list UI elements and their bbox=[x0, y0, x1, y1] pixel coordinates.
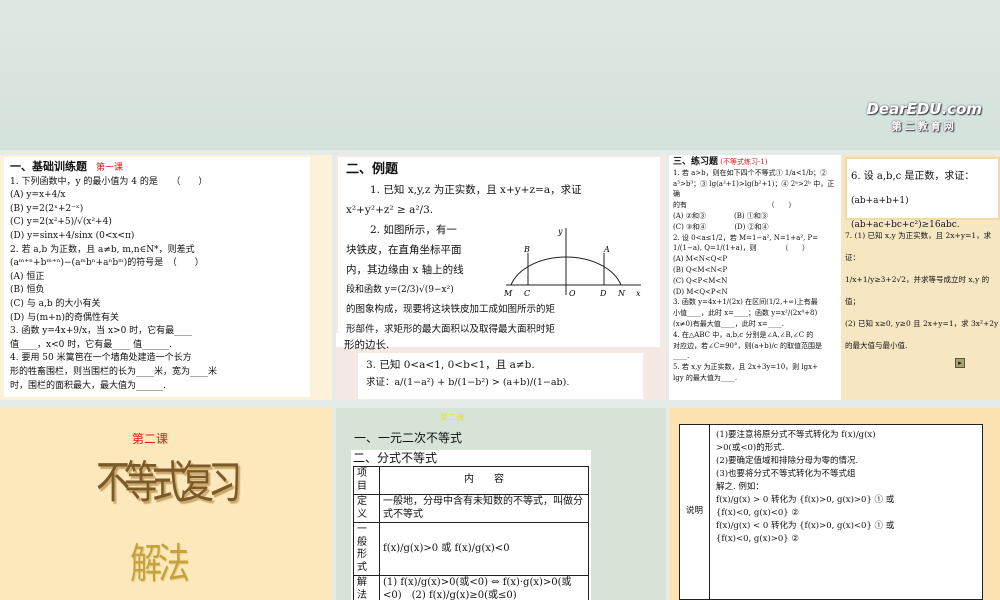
text-line: x²+y²+z² ≥ a²/3. bbox=[346, 204, 434, 216]
heading: 一、一元二次不等式 bbox=[354, 431, 463, 445]
text-line: (C) ③和④ (D) ②和④ bbox=[673, 222, 769, 231]
text-line: 2. 如图所示，有一 bbox=[370, 224, 457, 236]
svg-text:B: B bbox=[523, 245, 530, 254]
text-line: {f(x)<0, g(x)>0} ② bbox=[716, 534, 800, 544]
svg-text:D: D bbox=[599, 289, 607, 298]
slide-content: 二、例题 1. 已知 x,y,z 为正实数，且 x+y+z=a，求证 x²+y²… bbox=[338, 157, 660, 347]
svg-text:A: A bbox=[603, 245, 610, 254]
text-line: 内，其边缘由 x 轴上的线 bbox=[346, 264, 464, 276]
text-line: (A) y=x+4/x bbox=[10, 190, 66, 201]
text-line: lgy 的最大值为____. bbox=[673, 373, 738, 382]
text-line: >0(或<0)的形式. bbox=[716, 443, 785, 453]
top-banner: DearEDU.com 第二教育网 bbox=[0, 0, 1000, 150]
slide-thumbnail-3[interactable]: 三、练习题 (不等式练习-1) 1. 若 a>b，则在如下四个不等式① 1/a<… bbox=[669, 155, 1000, 400]
text-line: 形的牲畜围栏，则当围栏的长为____米，宽为____米 bbox=[10, 366, 218, 377]
text-line: 3. 已知 0<a<1, 0<b<1，且 a≠b. bbox=[366, 359, 535, 371]
text-line: 3. 函数 y=4x+1/(2x) 在区间(1/2,+∞)上有最 bbox=[673, 298, 818, 307]
text-line: (D) M<Q<P<N bbox=[673, 287, 728, 296]
text-line: 4. 要用 50 米篱笆在一个墙角处建造一个长方 bbox=[10, 353, 192, 364]
text-line: 求证：a/(1−a²) + b/(1−b²) > (a+b)/(1−ab). bbox=[366, 377, 570, 388]
lesson-tag: 第一课 bbox=[96, 163, 124, 173]
text-line: 解之. 例如： bbox=[716, 482, 764, 492]
svg-text:C: C bbox=[524, 289, 530, 298]
text-line: (D) 与(m+n)的奇偶性有关 bbox=[10, 312, 119, 323]
lesson-tag: 第二课 bbox=[440, 413, 464, 422]
fraction-inequality-table: 二、分式不等式 项目内 容 定义 一般地，分母中含有未知数的不等式，叫做分式不等式… bbox=[351, 450, 591, 600]
text-line: (1)要注意将原分式不等式转化为 f(x)/g(x) bbox=[716, 430, 876, 440]
text-line: 的有 （ ） bbox=[673, 201, 796, 210]
slide-thumbnail-1[interactable]: 一、基础训练题 第一课 1. 下列函数中，y 的最小值为 4 的是 （ ） (A)… bbox=[0, 155, 332, 400]
text-line: 对应边，若∠C=90°，则(a+b)/c 的取值范围是____. bbox=[673, 341, 822, 361]
slide-thumbnail-5[interactable]: 第二课 一、一元二次不等式 二、分式不等式 项目内 容 定义 一般地，分母中含有未… bbox=[336, 408, 666, 600]
text-line: 3. 函数 y=4x+9/x，当 x>0 时，它有最____ bbox=[10, 326, 193, 337]
text-line: (A) 恒正 bbox=[10, 271, 45, 282]
text-line: 5. 若 x,y 为正实数，且 2x+3y=10，则 lgx+ bbox=[673, 363, 818, 372]
section-title: 一、基础训练题 bbox=[10, 160, 87, 173]
text-line: 2. 若 a,b 为正数，且 a≠b, m,n∈N*，则差式 bbox=[10, 244, 195, 255]
text-line: 的图象构成，现要将这块铁皮加工成如图所示的矩 bbox=[346, 304, 556, 315]
text-line: 1/(1−a), Q=1/(1+a)，则 （ ） bbox=[673, 244, 810, 253]
solution-method-cell: (1) f(x)/g(x)>0(或<0) ⇔ f(x)·g(x)>0(或<0) … bbox=[379, 575, 589, 600]
section-title: 三、练习题 bbox=[673, 157, 719, 167]
text-line: (3)也要将分式不等式转化为不等式组 bbox=[716, 469, 856, 479]
text-line: (A) ②和③ (B) ①和③ bbox=[673, 211, 768, 220]
slide-thumbnail-2[interactable]: 二、例题 1. 已知 x,y,z 为正实数，且 x+y+z=a，求证 x²+y²… bbox=[336, 155, 666, 400]
slide-thumbnail-6[interactable]: 说明 (1)要注意将原分式不等式转化为 f(x)/g(x) >0(或<0)的形式.… bbox=[669, 408, 1000, 600]
text-line: (C) 与 a,b 的大小有关 bbox=[10, 298, 101, 309]
text-line: 1. 若 a>b，则在如下四个不等式① 1/a<1/b；② bbox=[673, 168, 828, 177]
text-line: 1. 已知 x,y,z 为正实数，且 x+y+z=a，求证 bbox=[370, 184, 582, 196]
svg-text:O: O bbox=[569, 289, 576, 298]
text-line: 小值____，此时 x=____；函数 y=x²/(2x⁴+8) bbox=[673, 309, 818, 318]
slide-content: 形的边长. bbox=[336, 333, 658, 351]
text-line: 值____，x<0 时，它有最____ 值______. bbox=[10, 339, 172, 350]
text-line: 时，围栏的面积最大，最大值为______. bbox=[10, 380, 166, 391]
semi-ellipse-diagram: y B A M C O D Nx bbox=[503, 227, 641, 298]
text-line: 1. 下列函数中，y 的最小值为 4 的是 （ ） bbox=[10, 176, 208, 187]
slide-thumbnail-4[interactable]: 第二课 不等式复习 解法 bbox=[0, 408, 332, 600]
problem-text: 7. (1) 已知 x,y 为正实数，且 2x+y=1，求证： 1/x+1/y≥3… bbox=[845, 231, 999, 350]
text-line: 块铁皮，在直角坐标平面 bbox=[346, 244, 462, 256]
slide-content: 一、基础训练题 第一课 1. 下列函数中，y 的最小值为 4 的是 （ ） (A)… bbox=[4, 157, 310, 397]
text-line: (A) M<N<Q<P bbox=[673, 255, 728, 264]
lesson-tag: 第二课 bbox=[132, 432, 169, 446]
text-line: (x≠0)有最大值____，此时 x=____. bbox=[673, 319, 784, 328]
svg-text:x: x bbox=[636, 289, 641, 298]
text-line: (aᵐ⁺ⁿ+bᵐ⁺ⁿ)−(aᵐbⁿ+aⁿbᵐ)的符号是 （ ） bbox=[10, 258, 204, 269]
svg-text:y: y bbox=[557, 227, 563, 236]
text-line: (C) y=2(x²+5)/√(x²+4) bbox=[10, 217, 112, 228]
text-line: {f(x)<0, g(x)<0} ② bbox=[716, 508, 800, 518]
svg-text:M: M bbox=[503, 289, 513, 298]
text-line: 2. 设 0<a≤1/2，若 M=1−a², N=1+a², P= bbox=[673, 233, 819, 242]
problem-box: 6. 设 a,b,c 是正数，求证： (ab+a+b+1)(ab+ac+bc+c²… bbox=[845, 157, 1000, 230]
text-line: (D) y=sinx+4/sinx (0<x<π) bbox=[10, 230, 135, 241]
text-line: f(x)/g(x) < 0 转化为 {f(x)>0, g(x)<0} ① 或 bbox=[716, 521, 895, 531]
slide-title: 不等式复习 bbox=[96, 457, 242, 510]
notes-table: 说明 (1)要注意将原分式不等式转化为 f(x)/g(x) >0(或<0)的形式.… bbox=[679, 424, 983, 600]
slide-subtitle: 解法 bbox=[130, 538, 190, 589]
svg-text:N: N bbox=[617, 289, 626, 298]
text-line: f(x)/g(x) > 0 转化为 {f(x)>0, g(x)>0} ① 或 bbox=[716, 495, 895, 505]
text-line: (B) Q<M<N<P bbox=[673, 265, 728, 274]
text-line: 4. 在△ABC 中，a,b,c 分别是∠A,∠B,∠C 的 bbox=[673, 330, 814, 339]
text-line: (C) Q<P<M<N bbox=[673, 276, 728, 285]
text-line: a³>b³；③ lg(a²+1)>lg(b²+1)；④ 2ᵃ>2ᵇ 中，正确 bbox=[673, 179, 835, 199]
slide-content: 3. 已知 0<a<1, 0<b<1，且 a≠b. 求证：a/(1−a²) + … bbox=[358, 353, 643, 399]
next-arrow-icon[interactable]: ▸ bbox=[955, 358, 965, 368]
dearedu-logo: DearEDU.com 第二教育网 bbox=[866, 100, 982, 133]
lesson-tag: (不等式练习-1) bbox=[720, 158, 768, 166]
slide-content: 三、练习题 (不等式练习-1) 1. 若 a>b，则在如下四个不等式① 1/a<… bbox=[669, 155, 841, 400]
text-line: (B) y=2(2ˣ+2⁻ˣ) bbox=[10, 203, 84, 214]
text-line: 段和函数 y=(2/3)√(9−x²) bbox=[346, 285, 454, 295]
section-title: 二、例题 bbox=[346, 162, 399, 177]
text-line: (2)要确定值域和排除分母为零的情况. bbox=[716, 456, 859, 466]
text-line: (B) 恒负 bbox=[10, 285, 45, 296]
